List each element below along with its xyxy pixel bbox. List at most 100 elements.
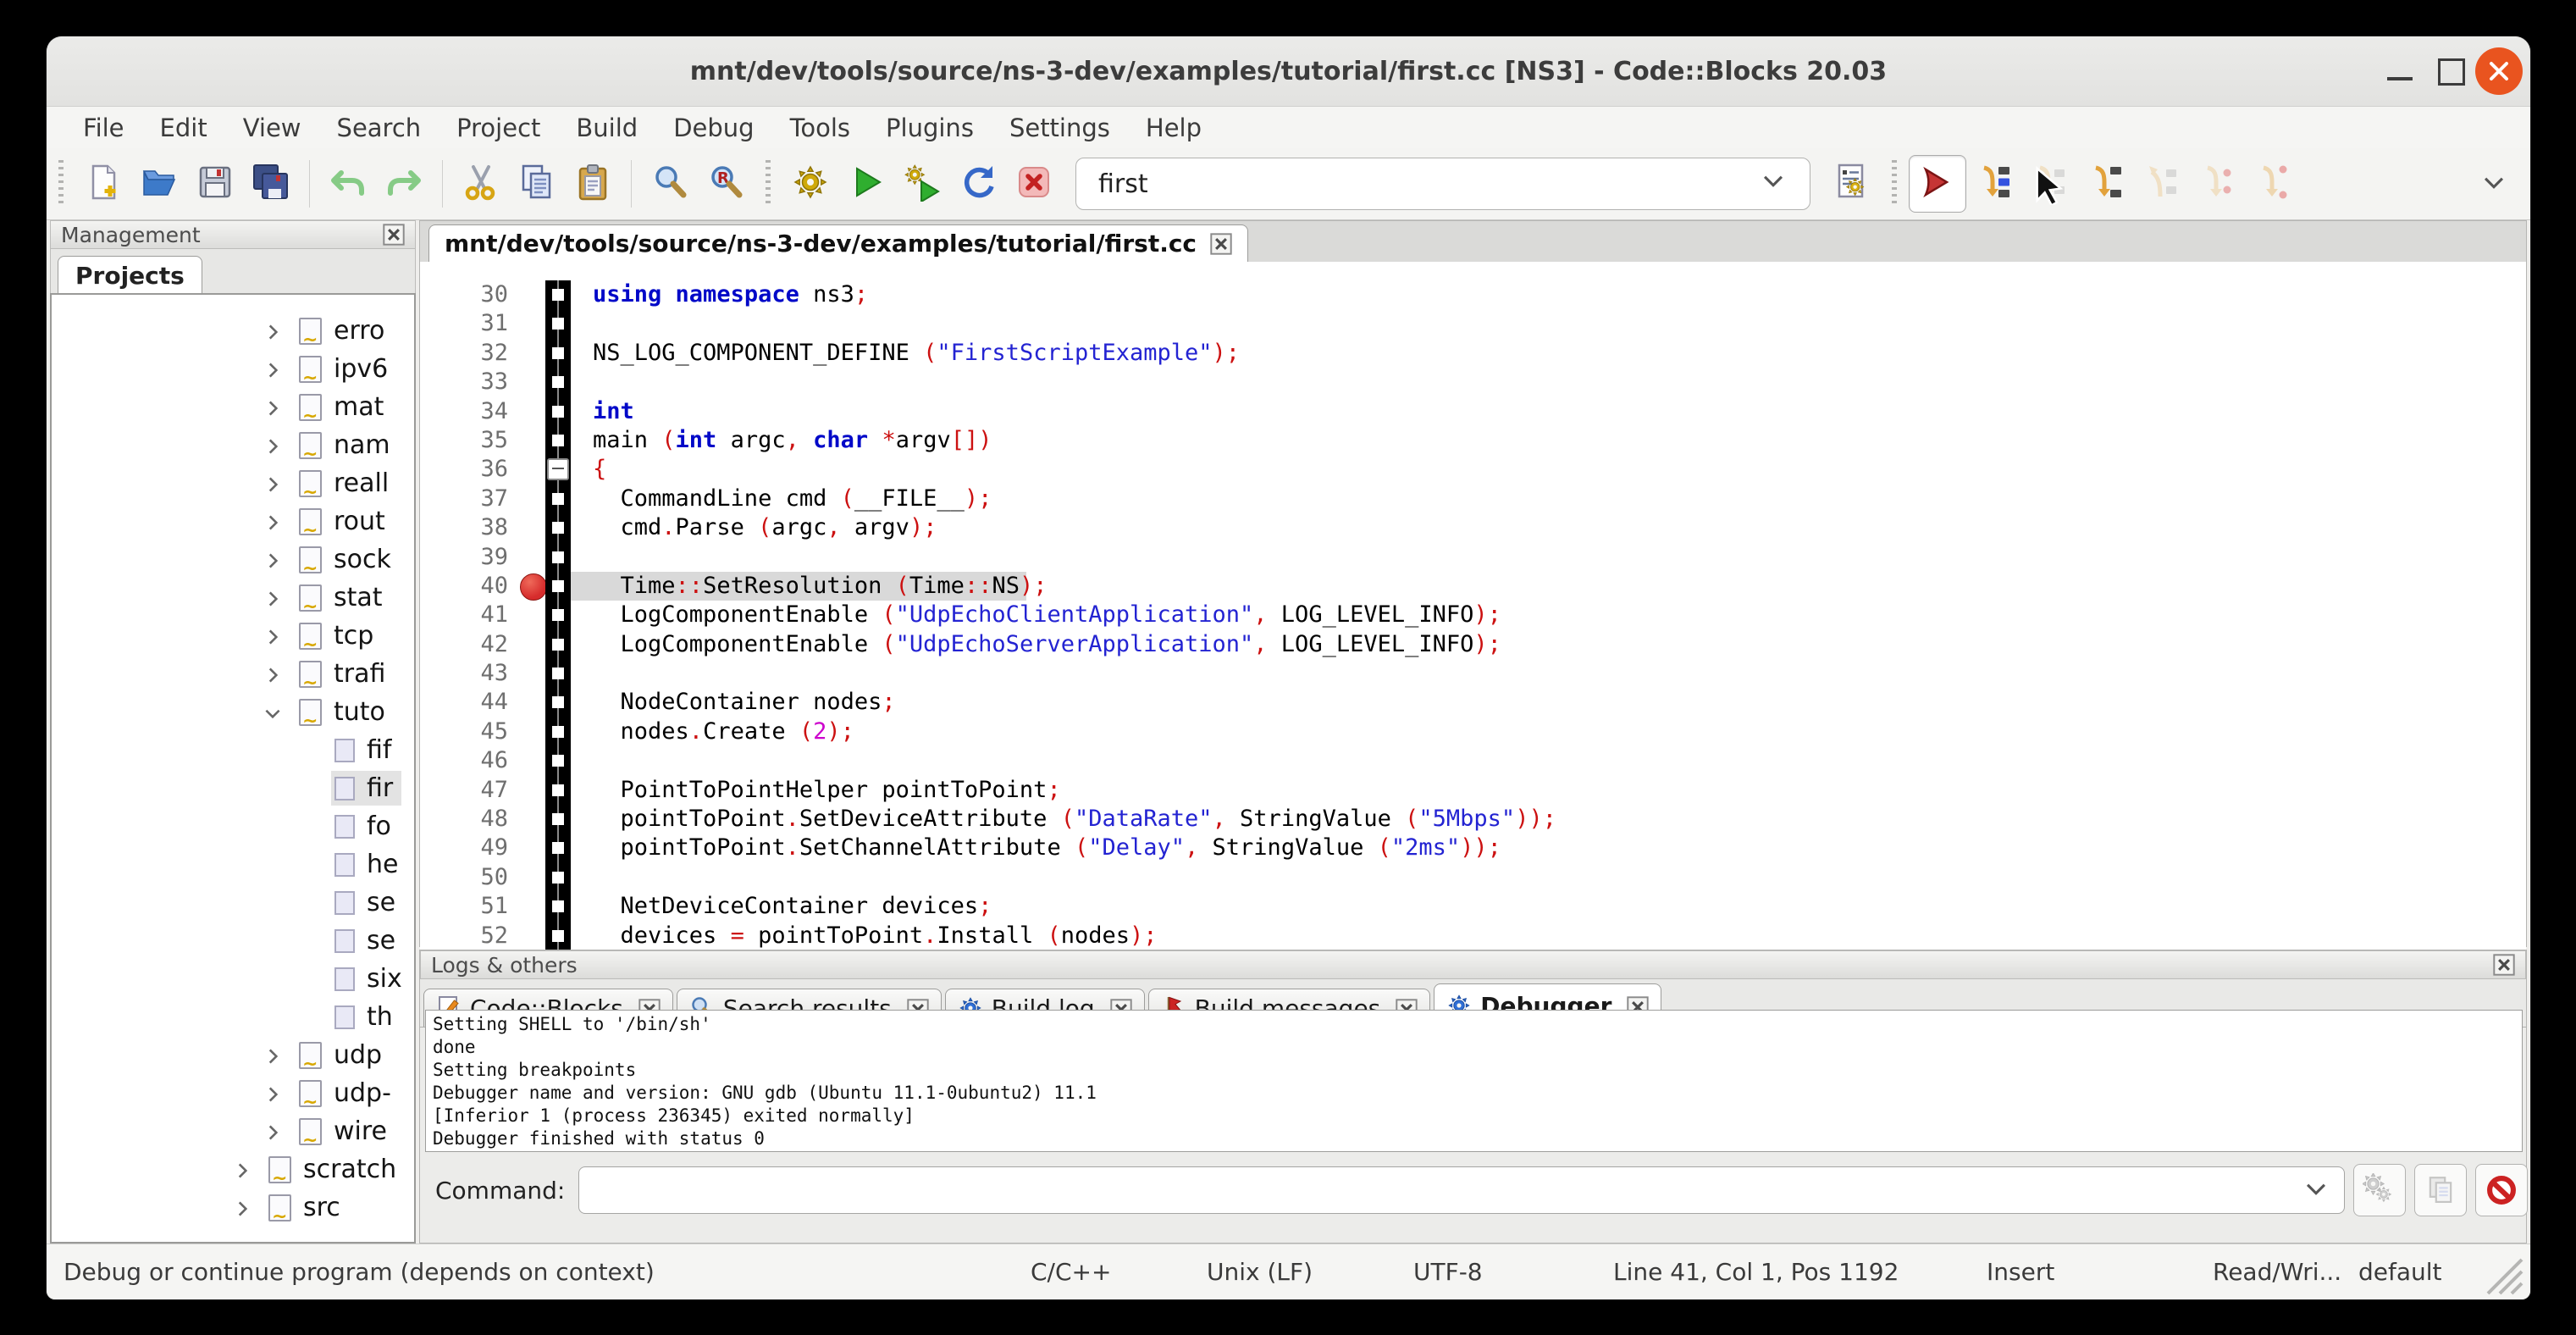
breakpoint-margin[interactable] (522, 426, 545, 455)
tree-item-erro[interactable]: erro (52, 312, 414, 350)
breakpoint-margin[interactable] (522, 280, 545, 309)
tree-item-mat[interactable]: mat (52, 388, 414, 426)
breakpoint-margin[interactable] (522, 601, 545, 629)
line-number[interactable]: 48 (420, 805, 522, 834)
code-line-34[interactable]: 34int (420, 397, 2526, 426)
chevron-down-icon[interactable] (2302, 1174, 2330, 1206)
code-editor[interactable]: 30using namespace ns3;3132NS_LOG_COMPONE… (420, 262, 2526, 965)
tree-item-he[interactable]: he (52, 845, 414, 884)
toolbar-grip[interactable] (58, 160, 64, 208)
code-line-49[interactable]: 49 pointToPoint.SetChannelAttribute ("De… (420, 834, 2526, 862)
debugger-settings-button[interactable] (2353, 1164, 2406, 1216)
line-number[interactable]: 32 (420, 339, 522, 368)
tree-item-reall[interactable]: reall (52, 464, 414, 502)
copy-log-button[interactable] (2414, 1164, 2467, 1216)
build-and-run-button[interactable] (894, 156, 950, 212)
build-button[interactable] (782, 156, 838, 212)
line-number[interactable]: 30 (420, 280, 522, 309)
code-line-32[interactable]: 32NS_LOG_COMPONENT_DEFINE ("FirstScriptE… (420, 339, 2526, 368)
tree-item-six[interactable]: six (52, 960, 414, 998)
tab-projects[interactable]: Projects (58, 256, 202, 294)
line-number[interactable]: 34 (420, 397, 522, 426)
chevron-right-icon[interactable] (262, 396, 284, 418)
save-all-button[interactable] (243, 156, 299, 212)
breakpoint-margin[interactable] (522, 688, 545, 717)
breakpoint-margin[interactable] (522, 630, 545, 659)
code-line-52[interactable]: 52 devices = pointToPoint.Install (nodes… (420, 922, 2526, 950)
fold-margin[interactable] (545, 630, 571, 659)
line-number[interactable]: 47 (420, 776, 522, 805)
chevron-right-icon[interactable] (262, 320, 284, 342)
menu-search[interactable]: Search (319, 107, 439, 148)
tree-item-trafi[interactable]: trafi (52, 655, 414, 693)
line-number[interactable]: 52 (420, 922, 522, 950)
next-instruction-button[interactable] (2190, 156, 2246, 212)
tree-item-se[interactable]: se (52, 922, 414, 960)
breakpoint-margin[interactable] (522, 805, 545, 834)
chevron-right-icon[interactable] (231, 1197, 253, 1219)
toolbar-grip[interactable] (1892, 160, 1897, 208)
fold-margin[interactable] (545, 922, 571, 950)
fold-margin[interactable] (545, 368, 571, 396)
chevron-right-icon[interactable] (231, 1159, 253, 1181)
breakpoint-margin[interactable] (522, 834, 545, 862)
cut-button[interactable] (453, 156, 509, 212)
fold-collapse-icon[interactable] (547, 458, 569, 480)
run-button[interactable] (838, 156, 894, 212)
find-button[interactable] (642, 156, 698, 212)
menu-help[interactable]: Help (1128, 107, 1219, 148)
line-number[interactable]: 37 (420, 485, 522, 513)
breakpoint-margin[interactable] (522, 513, 545, 542)
tree-item-wire[interactable]: wire (52, 1112, 414, 1150)
menu-plugins[interactable]: Plugins (868, 107, 992, 148)
chevron-right-icon[interactable] (262, 549, 284, 571)
rebuild-button[interactable] (950, 156, 1006, 212)
tree-item-ipv6[interactable]: ipv6 (52, 350, 414, 388)
paste-button[interactable] (565, 156, 621, 212)
maximize-button[interactable] (2435, 55, 2467, 87)
step-out-button[interactable] (2134, 156, 2190, 212)
undo-button[interactable] (320, 156, 376, 212)
code-line-48[interactable]: 48 pointToPoint.SetDeviceAttribute ("Dat… (420, 805, 2526, 834)
minimize-button[interactable] (2384, 55, 2416, 87)
tree-item-fir[interactable]: fir (52, 769, 414, 807)
line-number[interactable]: 41 (420, 601, 522, 629)
fold-margin[interactable] (545, 659, 571, 688)
chevron-right-icon[interactable] (262, 511, 284, 533)
chevron-right-icon[interactable] (262, 435, 284, 457)
fold-margin[interactable] (545, 601, 571, 629)
code-line-35[interactable]: 35main (int argc, char *argv[]) (420, 426, 2526, 455)
fold-margin[interactable] (545, 717, 571, 746)
breakpoint-margin[interactable] (522, 746, 545, 775)
step-into-button[interactable] (2078, 156, 2134, 212)
line-number[interactable]: 46 (420, 746, 522, 775)
breakpoint-margin[interactable] (522, 543, 545, 572)
line-number[interactable]: 43 (420, 659, 522, 688)
tree-item-se[interactable]: se (52, 884, 414, 922)
line-number[interactable]: 33 (420, 368, 522, 396)
debug-continue-button[interactable] (1909, 155, 1966, 213)
tree-item-tcp[interactable]: tcp (52, 617, 414, 655)
line-number[interactable]: 49 (420, 834, 522, 862)
breakpoint-margin[interactable] (522, 309, 545, 338)
line-number[interactable]: 44 (420, 688, 522, 717)
fold-margin[interactable] (545, 280, 571, 309)
tree-item-scratch[interactable]: scratch (52, 1150, 414, 1188)
tree-item-nam[interactable]: nam (52, 426, 414, 464)
tree-item-fo[interactable]: fo (52, 807, 414, 845)
breakpoint-margin[interactable] (522, 717, 545, 746)
breakpoint-margin[interactable] (522, 892, 545, 921)
line-number[interactable]: 40 (420, 572, 522, 601)
code-line-30[interactable]: 30using namespace ns3; (420, 280, 2526, 309)
open-file-button[interactable] (131, 156, 187, 212)
menu-file[interactable]: File (65, 107, 142, 148)
fold-margin[interactable] (545, 572, 571, 601)
chevron-down-icon[interactable] (1759, 166, 1788, 202)
breakpoint-margin[interactable] (522, 572, 545, 601)
code-line-44[interactable]: 44 NodeContainer nodes; (420, 688, 2526, 717)
fold-margin[interactable] (545, 455, 571, 484)
fold-margin[interactable] (545, 776, 571, 805)
tree-item-tuto[interactable]: tuto (52, 693, 414, 731)
tree-item-udp-[interactable]: udp- (52, 1074, 414, 1112)
code-line-37[interactable]: 37 CommandLine cmd (__FILE__); (420, 485, 2526, 513)
